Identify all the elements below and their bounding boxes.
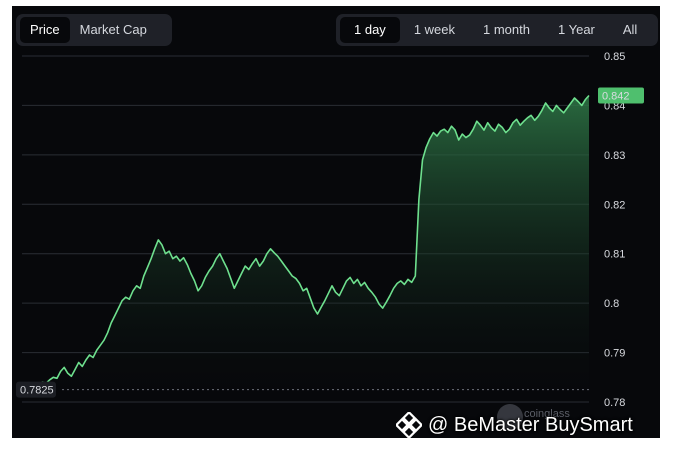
credit-overlay: @ BeMaster BuySmart — [396, 412, 633, 438]
y-tick-label: 0.83 — [604, 150, 625, 162]
binance-diamond-icon — [396, 412, 422, 438]
credit-text: @ BeMaster BuySmart — [428, 413, 633, 436]
price-area-chart: 0.850.840.830.820.810.80.790.780.78250.8… — [16, 51, 644, 409]
y-tick-label: 0.79 — [604, 348, 625, 360]
reference-price-label: 0.7825 — [20, 385, 54, 397]
y-tick-label: 0.82 — [604, 199, 625, 211]
price-chart-panel: Price Market Cap 1 day 1 week 1 month 1 Year… — [12, 6, 660, 438]
current-price-label: 0.842 — [602, 91, 630, 103]
y-tick-label: 0.81 — [604, 249, 625, 261]
y-tick-label: 0.85 — [604, 51, 625, 63]
y-tick-label: 0.78 — [604, 397, 625, 409]
price-area-fill — [28, 95, 589, 402]
y-tick-label: 0.8 — [604, 298, 619, 310]
